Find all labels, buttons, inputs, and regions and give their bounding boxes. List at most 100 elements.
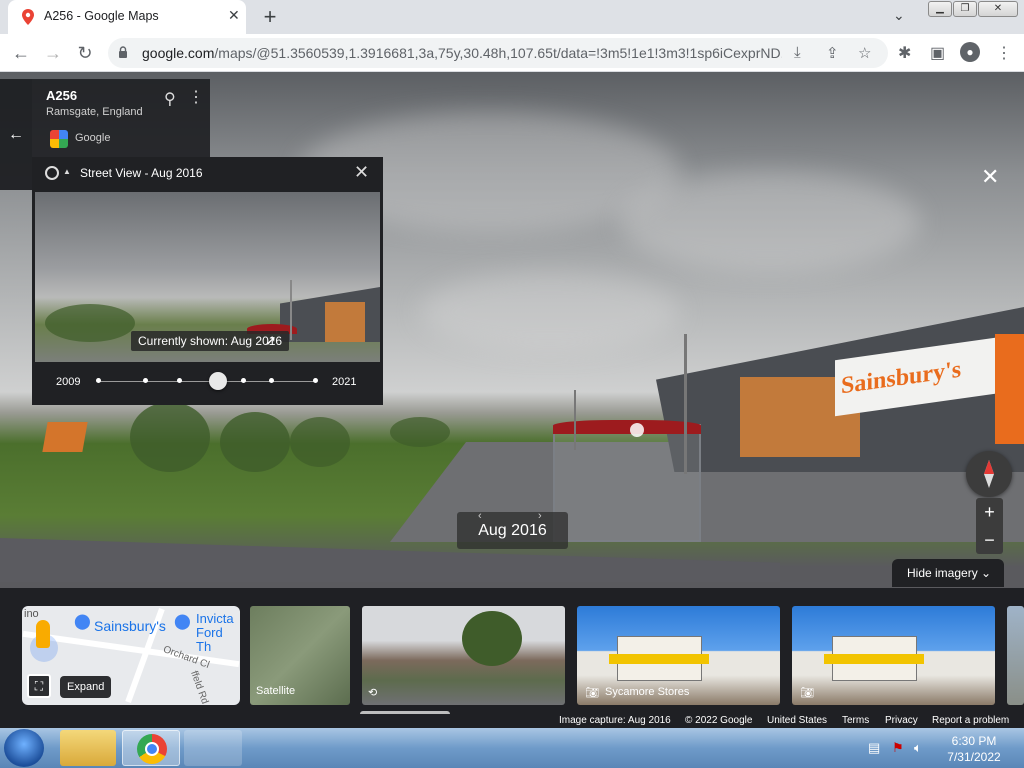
expand-tooltip: Expand	[60, 676, 112, 698]
chevron-left-icon[interactable]: ‹	[478, 510, 482, 522]
photo-thumbnail-store-1[interactable]: 📷︎ Sycamore Stores	[577, 606, 780, 705]
file-explorer-icon[interactable]	[60, 730, 116, 766]
place-subtitle: Ramsgate, England	[46, 106, 143, 118]
expand-icon[interactable]: ⛶	[27, 674, 51, 698]
more-options-icon[interactable]: ⋮	[188, 87, 204, 107]
lamp-post	[684, 334, 687, 474]
bookmark-star-icon[interactable]: ☆	[858, 44, 871, 62]
profile-avatar-icon[interactable]: ●	[960, 42, 980, 62]
zoom-out-button[interactable]: −	[976, 526, 1003, 554]
photo-thumbnail-partial[interactable]	[1007, 606, 1024, 705]
time-travel-header: Street View - Aug 2016	[80, 166, 203, 180]
time-travel-preview: Currently shown: Aug 2016 ➚	[35, 192, 380, 362]
url-text: google.com/maps/@51.3560539,1.3916681,3a…	[142, 45, 782, 61]
terms-link[interactable]: Terms	[842, 715, 869, 726]
preview-facade	[325, 302, 365, 342]
minimap-poi-invicta: Invicta Ford Th	[196, 611, 234, 654]
hide-imagery-label: Hide imagery	[907, 566, 978, 580]
taskbar-clock[interactable]: 6:30 PM 7/31/2022	[938, 733, 1010, 765]
store-sign-text: Sainsbury's	[841, 356, 962, 400]
install-icon[interactable]: ⤓	[794, 44, 801, 61]
close-street-view-icon[interactable]: ✕	[981, 164, 999, 190]
clock-date: 7/31/2022	[947, 750, 1001, 764]
browser-tab[interactable]: A256 - Google Maps ✕	[8, 0, 246, 34]
zoom-in-button[interactable]: +	[976, 498, 1003, 526]
tree	[390, 417, 450, 447]
timeline-slider-handle[interactable]	[209, 372, 227, 390]
photo-thumbnail-store-2[interactable]: 📷︎	[792, 606, 995, 705]
satellite-label: Satellite	[256, 685, 296, 697]
tab-close-icon[interactable]: ✕	[228, 7, 240, 24]
sky-cloud	[420, 272, 680, 352]
tab-title: A256 - Google Maps	[44, 9, 159, 23]
close-panel-icon[interactable]: ✕	[354, 162, 369, 183]
timeline-stop[interactable]	[269, 378, 274, 383]
history-clock-icon[interactable]	[45, 166, 59, 180]
lamp-post	[574, 390, 576, 450]
side-panel-icon[interactable]: ▣	[930, 43, 945, 63]
country-link[interactable]: United States	[767, 715, 827, 726]
map-footer: Image capture: Aug 2016 © 2022 Google Un…	[0, 714, 1024, 728]
back-arrow-icon[interactable]: ←	[0, 79, 32, 190]
url-host: google.com	[142, 45, 215, 61]
timeline-stop[interactable]	[313, 378, 318, 383]
place-title: A256	[46, 88, 78, 103]
minimap-thumbnail[interactable]: ino ⬤ Sainsbury's ⬤ Invicta Ford Th Orch…	[22, 606, 240, 705]
preview-lamp-post	[290, 280, 292, 340]
tab-search-chevron-icon[interactable]: ⌄	[893, 7, 905, 24]
location-pin-icon[interactable]: ⚲	[164, 89, 176, 109]
zoom-control: + −	[976, 498, 1003, 554]
close-window-button[interactable]: ✕	[978, 1, 1018, 17]
panorama-360-icon: ⟲	[368, 687, 378, 699]
car-dealer-pin-icon: ⬤	[174, 613, 191, 630]
provider-label: Google	[75, 132, 111, 144]
capture-date-badge: Aug 2016	[457, 512, 568, 549]
chevron-right-icon[interactable]: ›	[538, 510, 542, 522]
minimap-poi-sainsburys: Sainsbury's	[94, 618, 166, 634]
timeline-stop[interactable]	[143, 378, 148, 383]
start-button-icon[interactable]	[4, 729, 44, 767]
timeline-stop[interactable]	[96, 378, 101, 383]
road-sign	[42, 422, 88, 452]
extensions-puzzle-icon[interactable]: ✱	[898, 43, 911, 63]
privacy-link[interactable]: Privacy	[885, 715, 918, 726]
minimap-street-label: ffeld Rd	[188, 669, 211, 705]
restore-button[interactable]: ❐	[953, 1, 977, 17]
imagery-strip: ino ⬤ Sainsbury's ⬤ Invicta Ford Th Orch…	[0, 588, 1024, 714]
pegman-icon[interactable]	[36, 620, 50, 648]
report-problem-link[interactable]: Report a problem	[932, 715, 1009, 726]
timeline-stop[interactable]	[241, 378, 246, 383]
minimap-label: ino	[24, 608, 39, 620]
satellite-thumbnail[interactable]: Satellite	[250, 606, 350, 705]
timeline-track[interactable]	[98, 381, 316, 382]
hide-imagery-button[interactable]: Hide imagery ⌄	[892, 559, 1004, 587]
caret-up-icon[interactable]: ▲	[63, 167, 71, 176]
forward-arrow-icon[interactable]: →	[40, 40, 66, 66]
compass-needle-icon	[984, 460, 994, 488]
browser-toolbar: ← → ↻ google.com/maps/@51.3560539,1.3916…	[0, 34, 1024, 72]
new-tab-button[interactable]: +	[258, 4, 282, 30]
preview-trees	[45, 304, 135, 342]
chrome-taskbar-button[interactable]	[122, 730, 180, 766]
share-icon[interactable]: ⇪	[826, 44, 839, 62]
chrome-logo-center	[145, 742, 159, 756]
tree	[290, 417, 350, 467]
chrome-logo-icon	[137, 734, 167, 764]
timeline-stop[interactable]	[177, 378, 182, 383]
compass-icon[interactable]	[966, 451, 1012, 497]
minimize-button[interactable]: ▁	[928, 1, 952, 17]
tree	[220, 412, 290, 472]
tree	[130, 402, 210, 472]
control-panel-icon[interactable]	[184, 730, 242, 766]
volume-icon[interactable]: 🔈︎	[914, 740, 930, 756]
reload-icon[interactable]: ↻	[72, 40, 98, 66]
photo-thumbnail-street[interactable]: ⟲	[362, 606, 565, 705]
camera-icon: 📷︎	[800, 687, 814, 699]
action-center-icon[interactable]: ⚑	[892, 740, 908, 756]
address-bar[interactable]: google.com/maps/@51.3560539,1.3916681,3a…	[108, 38, 888, 68]
network-icon[interactable]: ▤	[868, 740, 884, 756]
back-arrow-icon[interactable]: ←	[8, 40, 34, 66]
orange-facade	[995, 334, 1024, 444]
menu-kebab-icon[interactable]: ⋮	[996, 43, 1012, 63]
image-capture-date: Image capture: Aug 2016	[559, 715, 671, 726]
